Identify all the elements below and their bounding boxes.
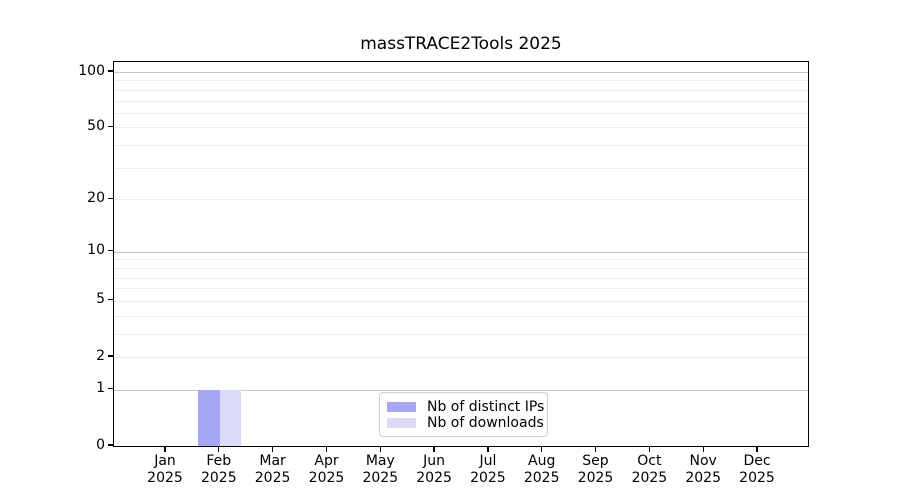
y-tick-mark <box>108 126 113 127</box>
x-tick-mark <box>541 447 542 452</box>
x-tick-mark <box>595 447 596 452</box>
y-minor-gridline <box>114 334 808 335</box>
y-tick-mark <box>108 355 113 356</box>
y-tick-label: 20 <box>15 191 105 206</box>
y-major-gridline <box>114 72 808 73</box>
x-tick-label-dec: Dec2025 <box>725 453 789 486</box>
y-minor-gridline <box>114 301 808 302</box>
x-tick-mark <box>756 447 757 452</box>
y-minor-gridline <box>114 357 808 358</box>
legend-swatch-downloads <box>387 418 416 428</box>
x-tick-mark <box>380 447 381 452</box>
y-tick-mark <box>108 250 113 251</box>
y-tick-mark <box>108 444 113 445</box>
plot-area: Nb of distinct IPs Nb of downloads <box>113 61 809 447</box>
x-tick-mark <box>487 447 488 452</box>
y-tick-label: 5 <box>15 292 105 307</box>
y-tick-mark <box>108 299 113 300</box>
y-tick-label: 10 <box>15 243 105 258</box>
y-minor-gridline <box>114 90 808 91</box>
x-tick-mark <box>272 447 273 452</box>
y-major-gridline <box>114 252 808 253</box>
y-minor-gridline <box>114 288 808 289</box>
y-tick-mark <box>108 388 113 389</box>
y-minor-gridline <box>114 127 808 128</box>
bar-nb-of-downloads-feb <box>220 390 242 446</box>
legend-label-distinct-ips: Nb of distinct IPs <box>427 399 544 415</box>
y-tick-mark <box>108 70 113 71</box>
y-minor-gridline <box>114 113 808 114</box>
legend-swatch-distinct-ips <box>387 402 416 412</box>
y-minor-gridline <box>114 268 808 269</box>
chart-title: massTRACE2Tools 2025 <box>113 34 809 54</box>
x-tick-mark <box>218 447 219 452</box>
y-minor-gridline <box>114 101 808 102</box>
x-tick-mark <box>164 447 165 452</box>
y-minor-gridline <box>114 168 808 169</box>
y-minor-gridline <box>114 145 808 146</box>
y-tick-label: 50 <box>15 119 105 134</box>
y-tick-label: 1 <box>15 381 105 396</box>
bar-nb-of-distinct-ips-feb <box>198 390 220 446</box>
x-tick-mark <box>433 447 434 452</box>
legend-item-distinct-ips: Nb of distinct IPs <box>387 399 539 415</box>
x-tick-mark <box>649 447 650 452</box>
x-tick-mark <box>703 447 704 452</box>
y-minor-gridline <box>114 278 808 279</box>
y-tick-label: 2 <box>15 349 105 364</box>
y-minor-gridline <box>114 259 808 260</box>
legend: Nb of distinct IPs Nb of downloads <box>379 392 548 437</box>
y-minor-gridline <box>114 316 808 317</box>
y-minor-gridline <box>114 80 808 81</box>
y-minor-gridline <box>114 199 808 200</box>
legend-item-downloads: Nb of downloads <box>387 415 539 431</box>
legend-label-downloads: Nb of downloads <box>427 415 544 431</box>
y-tick-label: 0 <box>15 438 105 453</box>
x-tick-mark <box>326 447 327 452</box>
y-tick-label: 100 <box>15 64 105 79</box>
y-tick-mark <box>108 198 113 199</box>
figure: massTRACE2Tools 2025 Nb of distinct IPs … <box>0 0 900 500</box>
